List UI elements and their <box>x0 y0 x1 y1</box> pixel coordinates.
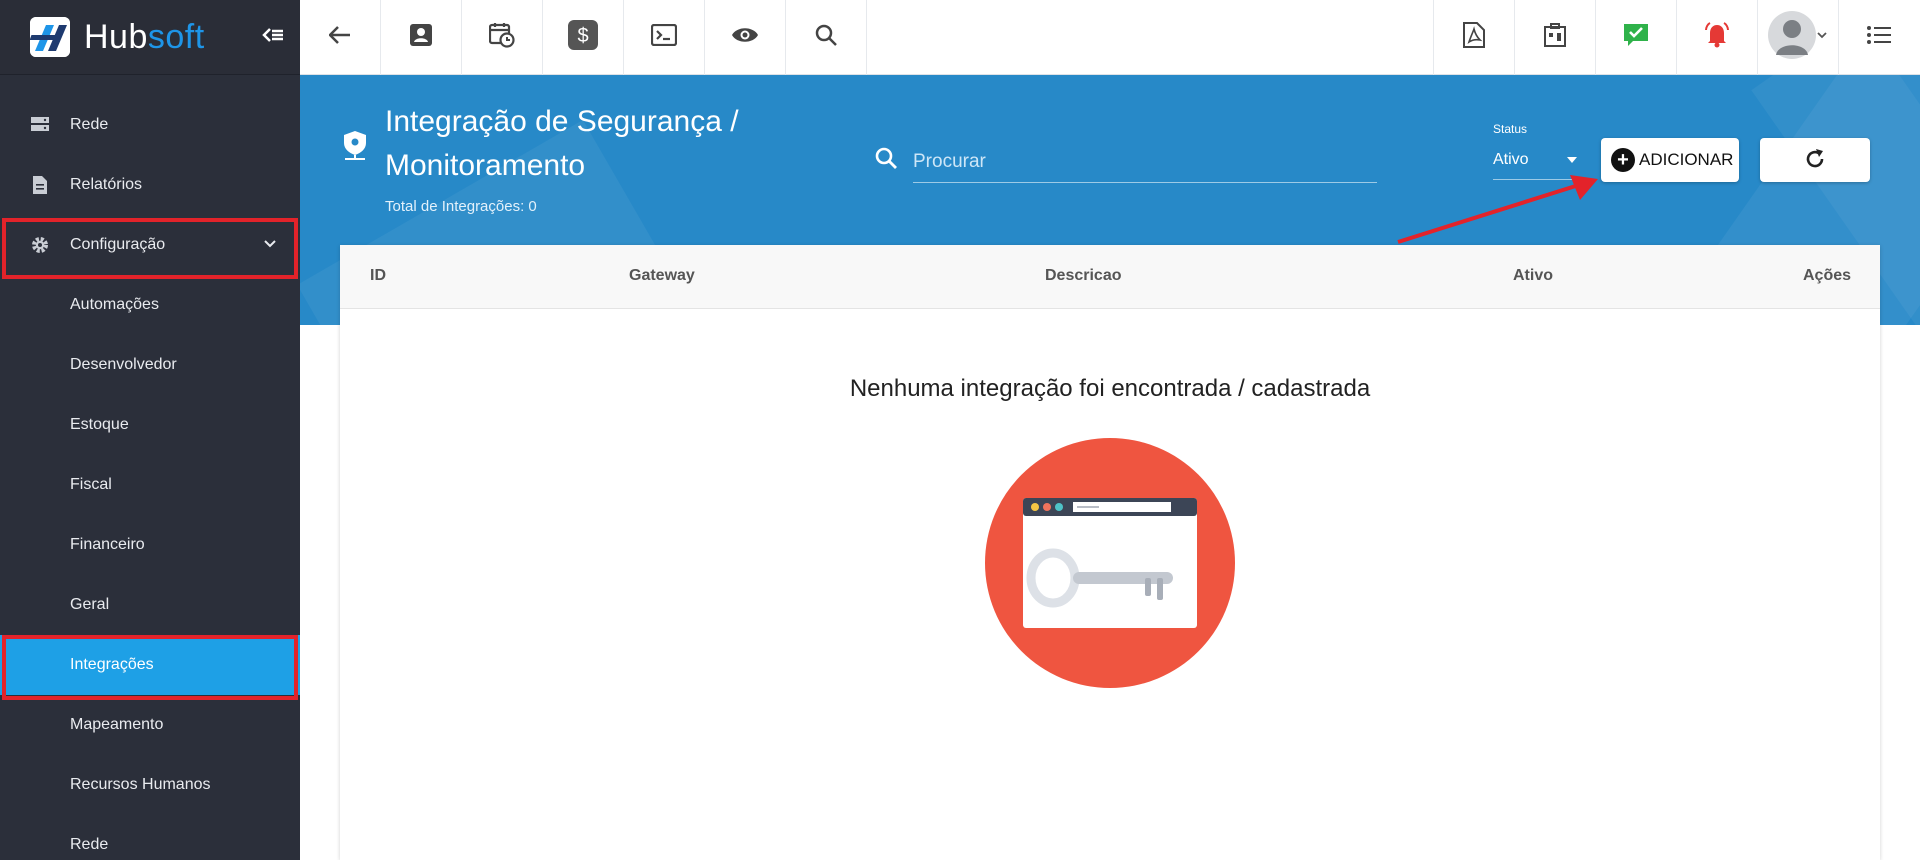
contacts-button[interactable] <box>381 0 462 75</box>
terminal-icon <box>650 23 678 51</box>
contact-card-icon <box>409 23 433 52</box>
finance-button[interactable]: $ <box>543 0 624 75</box>
add-button[interactable]: + ADICIONAR <box>1601 138 1739 182</box>
sidebar-item-label: Fiscal <box>70 476 112 493</box>
collapse-menu-icon[interactable] <box>262 24 284 52</box>
sidebar-item-label: Rede <box>70 116 109 133</box>
back-button[interactable] <box>300 0 381 75</box>
back-arrow-icon <box>328 26 351 49</box>
search-button[interactable] <box>786 0 867 75</box>
sidebar-item-desenvolvedor[interactable]: Desenvolvedor <box>0 335 300 395</box>
integrations-table: ID Gateway Descricao Ativo Ações Nenhuma… <box>340 245 1880 860</box>
list-menu-button[interactable] <box>1838 0 1919 75</box>
column-header-descricao[interactable]: Descricao <box>1045 267 1122 285</box>
sidebar: Hubsoft Rede Relatórios Configuração Aut… <box>0 0 300 860</box>
refresh-icon <box>1803 147 1827 174</box>
page-title: Integração de Segurança / Monitoramento <box>385 105 739 182</box>
add-button-label: ADICIONAR <box>1639 150 1734 169</box>
sidebar-item-rede-config[interactable]: Rede <box>0 815 300 860</box>
sidebar-item-fiscal[interactable]: Fiscal <box>0 455 300 515</box>
sidebar-item-label: Automações <box>70 296 159 313</box>
integration-count: Total de Integrações: 0 <box>385 198 537 215</box>
svg-text:$: $ <box>577 25 588 47</box>
status-label: Status <box>1493 122 1528 136</box>
sidebar-item-geral[interactable]: Geral <box>0 575 300 635</box>
user-avatar-icon <box>1768 9 1828 66</box>
company-button[interactable] <box>1514 0 1595 75</box>
column-header-id[interactable]: ID <box>370 267 386 285</box>
dropdown-caret-icon <box>1567 157 1577 163</box>
sidebar-item-label: Integrações <box>70 656 154 673</box>
column-header-acoes: Ações <box>1803 267 1852 284</box>
search-icon <box>815 24 837 51</box>
sidebar-item-label: Configuração <box>70 236 166 253</box>
status-selected-value: Ativo <box>1493 150 1529 168</box>
sidebar-item-relatorios[interactable]: Relatórios <box>0 155 300 215</box>
table-header: ID Gateway Descricao Ativo Ações <box>340 245 1880 309</box>
eye-icon <box>731 26 759 49</box>
dollar-icon: $ <box>568 20 598 55</box>
column-header-gateway[interactable]: Gateway <box>629 267 695 285</box>
annotation-arrow-icon <box>1390 170 1610 255</box>
empty-key-illustration-icon <box>985 438 1235 693</box>
sidebar-item-configuracao[interactable]: Configuração <box>0 215 300 275</box>
sidebar-item-recursos-humanos[interactable]: Recursos Humanos <box>0 755 300 815</box>
pdf-button[interactable] <box>1433 0 1514 75</box>
report-icon <box>30 175 50 195</box>
server-icon <box>30 115 50 135</box>
schedule-button[interactable] <box>462 0 543 75</box>
user-menu-button[interactable] <box>1757 0 1838 75</box>
alarm-bell-icon <box>1703 22 1731 53</box>
sidebar-item-label: Rede <box>70 836 109 853</box>
sidebar-item-integracoes[interactable]: Integrações <box>0 635 300 695</box>
column-header-ativo[interactable]: Ativo <box>1513 267 1553 285</box>
sidebar-item-label: Financeiro <box>70 536 145 553</box>
sidebar-item-label: Estoque <box>70 416 129 433</box>
sidebar-item-automacoes[interactable]: Automações <box>0 275 300 335</box>
calendar-clock-icon <box>488 22 515 53</box>
hubsoft-logo-icon <box>30 17 70 57</box>
pdf-icon <box>1463 22 1485 53</box>
plus-circle-icon: + <box>1611 148 1635 172</box>
sidebar-item-label: Geral <box>70 596 110 613</box>
chat-check-icon <box>1623 23 1649 52</box>
security-pin-icon <box>341 130 369 165</box>
refresh-button[interactable] <box>1760 138 1870 182</box>
empty-state-message: Nenhuma integração foi encontrada / cada… <box>849 375 1371 402</box>
terminal-button[interactable] <box>624 0 705 75</box>
sidebar-item-label: Relatórios <box>70 176 143 193</box>
search-input[interactable] <box>913 141 1377 183</box>
sidebar-item-mapeamento[interactable]: Mapeamento <box>0 695 300 755</box>
sidebar-item-estoque[interactable]: Estoque <box>0 395 300 455</box>
sidebar-item-financeiro[interactable]: Financeiro <box>0 515 300 575</box>
alarm-button[interactable] <box>1676 0 1757 75</box>
chat-button[interactable] <box>1595 0 1676 75</box>
sidebar-item-label: Recursos Humanos <box>70 776 211 793</box>
search-icon <box>874 146 898 175</box>
sidebar-item-rede[interactable]: Rede <box>0 95 300 155</box>
building-icon <box>1543 23 1567 52</box>
brand-name: Hubsoft <box>84 18 205 56</box>
sidebar-item-label: Mapeamento <box>70 716 164 733</box>
sidebar-item-label: Desenvolvedor <box>70 356 177 373</box>
list-menu-icon <box>1867 25 1891 50</box>
brand-bar: Hubsoft <box>0 0 300 75</box>
chevron-down-icon <box>264 235 276 253</box>
view-button[interactable] <box>705 0 786 75</box>
gear-icon <box>30 235 50 255</box>
top-bar: $ <box>300 0 1920 75</box>
